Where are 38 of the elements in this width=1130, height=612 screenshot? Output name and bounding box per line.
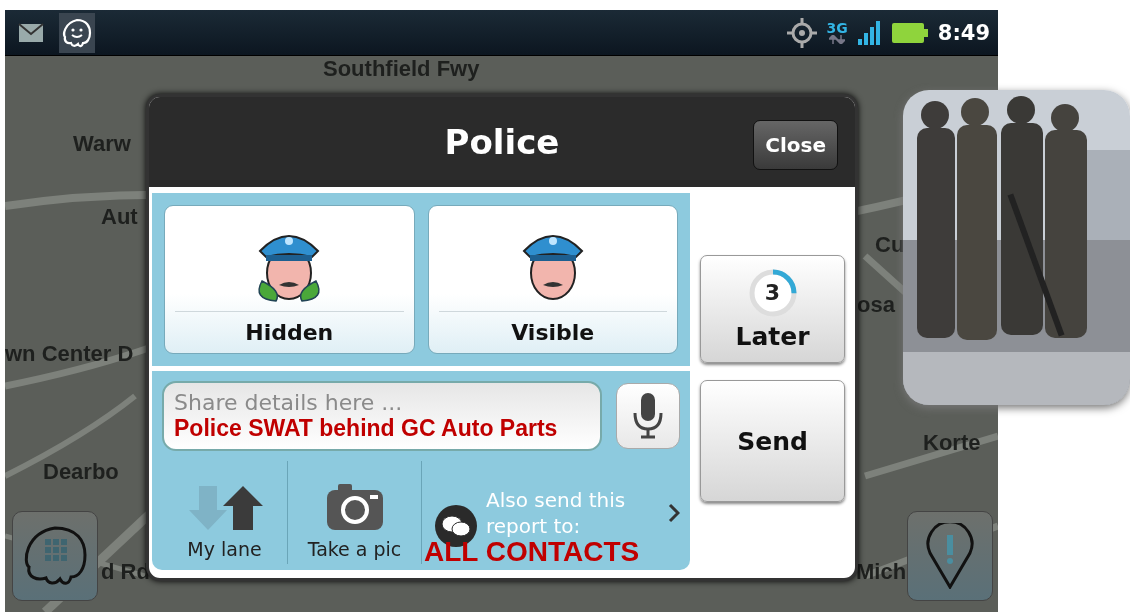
- street-label: Dearbo: [43, 459, 119, 485]
- gps-icon: [786, 17, 817, 48]
- lane-arrows-icon: [186, 484, 263, 532]
- field-placeholder: Share details here ...: [174, 391, 404, 415]
- option-button[interactable]: Hidden: [164, 205, 415, 354]
- option-button[interactable]: Visible: [427, 205, 678, 354]
- network-type: 3G: [826, 21, 848, 35]
- lane-button[interactable]: My lane: [162, 461, 288, 564]
- microphone-button[interactable]: [616, 383, 680, 449]
- details-field[interactable]: Share details here ... Police SWAT behind GC Auto Parts: [162, 381, 602, 451]
- dialog-title: Police: [444, 122, 560, 162]
- microphone-icon: [633, 393, 663, 439]
- mail-icon: [18, 22, 44, 43]
- street-label: Korte: [923, 430, 981, 456]
- alert-pin-icon: [926, 523, 974, 589]
- annotation-text: Police SWAT behind GC Auto Parts: [174, 415, 559, 441]
- report-button[interactable]: [907, 511, 993, 601]
- take-picture-button[interactable]: Take a pic: [288, 461, 422, 564]
- street-label: Mich: [856, 559, 907, 585]
- street-label: Aut: [101, 204, 138, 230]
- data-arrows-icon: [829, 35, 846, 44]
- chat-face-icon: [61, 16, 93, 49]
- later-button[interactable]: 3 Later: [700, 255, 845, 363]
- countdown-timer: 3: [747, 267, 798, 318]
- close-button[interactable]: Close: [753, 120, 838, 170]
- street-label: Cu: [875, 232, 905, 258]
- signal-icon: [857, 20, 882, 45]
- annotation-text: ALL CONTACTS: [424, 536, 640, 568]
- chevron-icon: [668, 502, 680, 523]
- street-label: wn Center D: [5, 341, 134, 367]
- menu-button[interactable]: [12, 511, 98, 601]
- street-label: osa: [857, 292, 895, 318]
- street-label: Southfield Fwy: [323, 56, 480, 82]
- street-label: Warw: [73, 131, 131, 157]
- camera-icon: [325, 482, 384, 532]
- send-button[interactable]: Send: [700, 380, 845, 502]
- battery-icon: [891, 22, 928, 43]
- clock: 8:49: [937, 20, 990, 45]
